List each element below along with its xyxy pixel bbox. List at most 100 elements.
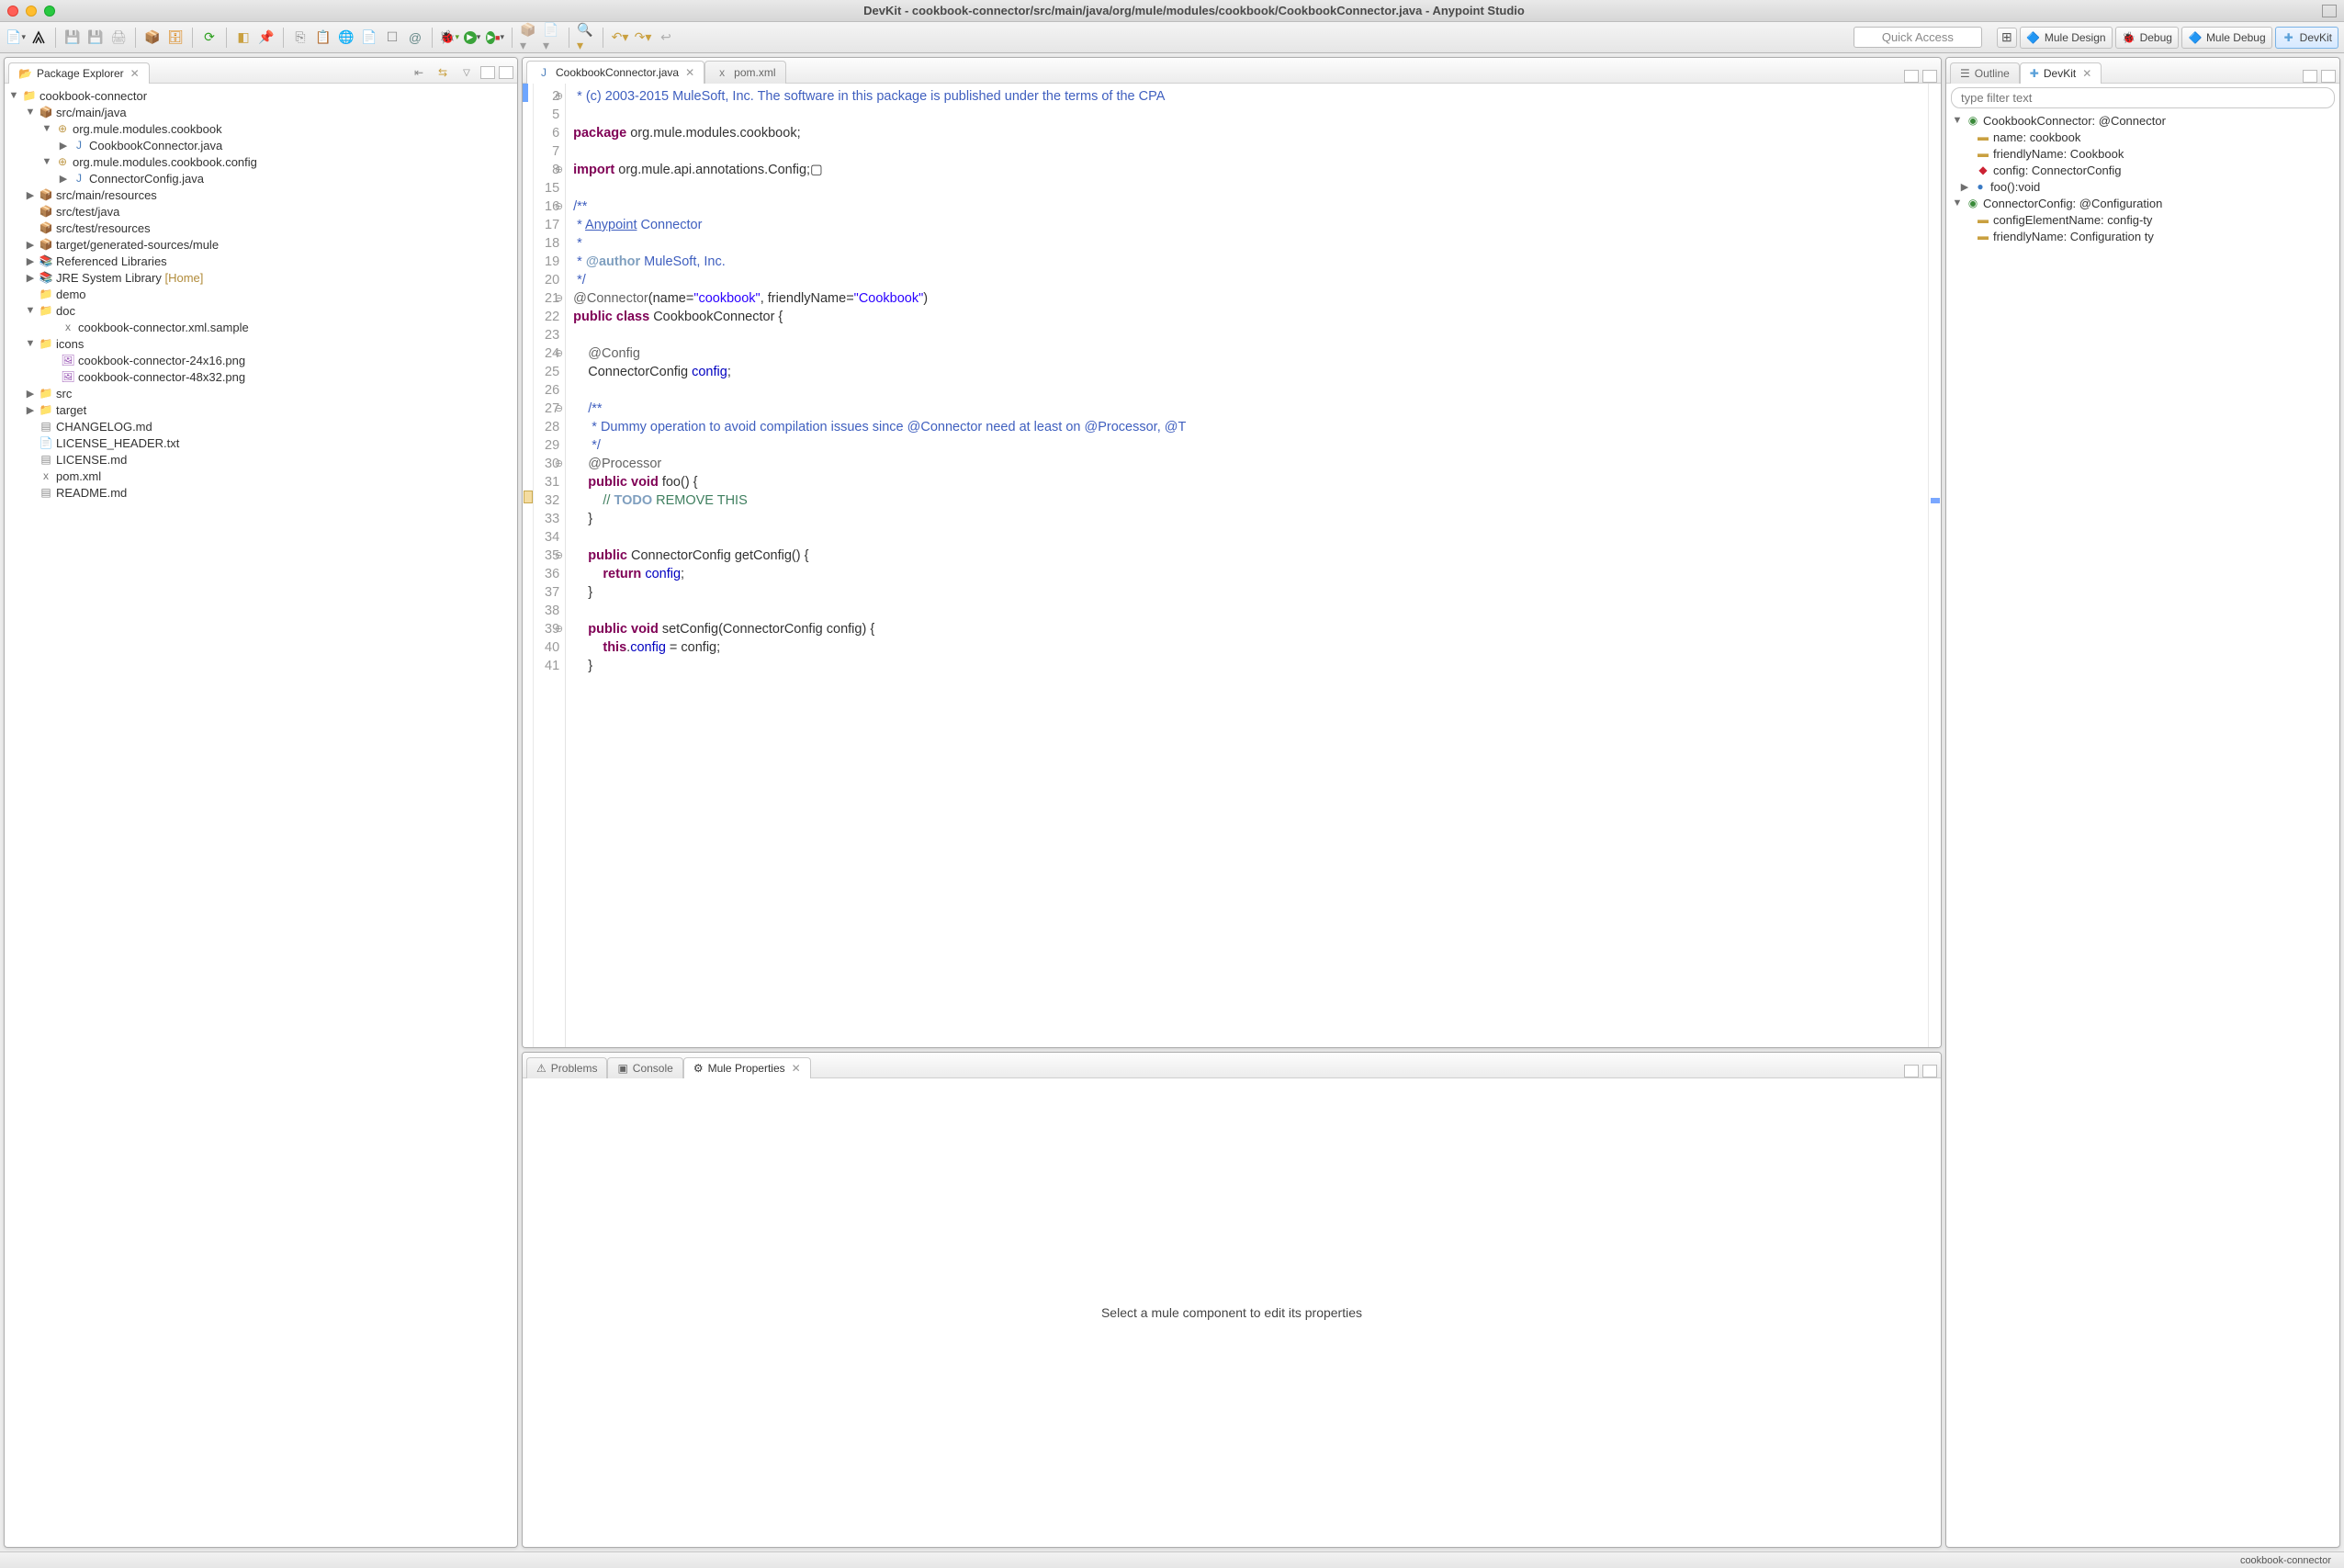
tree-item[interactable]: JRE System Library [Home] [56, 271, 203, 285]
close-tab-icon[interactable]: ✕ [685, 66, 694, 79]
outline-item[interactable]: name: cookbook [1993, 130, 2080, 144]
overview-ruler[interactable] [1928, 84, 1941, 1047]
maximize-view-button[interactable] [1922, 70, 1937, 83]
new-dropdown-button[interactable]: 📄▾ [6, 28, 26, 48]
forward-dropdown-button[interactable]: ↷▾ [633, 28, 653, 48]
tree-item[interactable]: CookbookConnector.java [89, 139, 222, 152]
task-button[interactable]: ☐ [382, 28, 402, 48]
print-button[interactable]: 🖨 [108, 28, 129, 48]
quick-access-field[interactable]: Quick Access [1854, 27, 1982, 48]
refresh-button[interactable]: ⟳ [199, 28, 220, 48]
annotation-ruler[interactable] [523, 84, 534, 1047]
new-java-dropdown-button[interactable]: 📦▾ [519, 28, 539, 48]
build-button[interactable]: 📦 [142, 28, 163, 48]
outline-item[interactable]: friendlyName: Configuration ty [1993, 230, 2154, 243]
tree-item[interactable]: cookbook-connector.xml.sample [78, 321, 249, 334]
world-button[interactable]: 🌐 [336, 28, 356, 48]
restore-icon[interactable] [2322, 5, 2337, 17]
package-explorer-tree[interactable]: ▼📁cookbook-connector ▼📦src/main/java ▼⊕o… [5, 84, 517, 1547]
tree-item[interactable]: src/main/java [56, 106, 127, 119]
last-edit-button[interactable]: ↩ [656, 28, 676, 48]
tree-item[interactable]: cookbook-connector-24x16.png [78, 354, 245, 367]
minimize-view-button[interactable] [2303, 70, 2317, 83]
run-dropdown-button[interactable]: ▶▾ [462, 28, 482, 48]
perspective-mule-debug[interactable]: 🔷Mule Debug [2181, 27, 2272, 49]
outline-item[interactable]: config: ConnectorConfig [1993, 164, 2121, 177]
view-menu-button[interactable]: ▽ [456, 62, 477, 83]
at-button[interactable]: @ [405, 28, 425, 48]
perspective-debug[interactable]: 🐞Debug [2115, 27, 2179, 49]
minimize-view-button[interactable] [480, 66, 495, 79]
outline-item[interactable]: ConnectorConfig: @Configuration [1983, 197, 2162, 210]
tab-console[interactable]: ▣Console [607, 1057, 682, 1078]
tree-item[interactable]: target/generated-sources/mule [56, 238, 219, 252]
back-dropdown-button[interactable]: ↶▾ [610, 28, 630, 48]
debug-dropdown-button[interactable]: 🐞▾ [439, 28, 459, 48]
open-perspective-button[interactable]: ⊞ [1997, 28, 2017, 48]
tab-devkit[interactable]: ✚DevKit✕ [2020, 62, 2102, 84]
minimize-view-button[interactable] [1904, 1065, 1919, 1077]
tree-item[interactable]: CHANGELOG.md [56, 420, 152, 434]
tree-item[interactable]: ConnectorConfig.java [89, 172, 204, 186]
devkit-outline-tree[interactable]: ▼◉CookbookConnector: @Connector ▬name: c… [1946, 110, 2339, 1547]
anypoint-logo-icon[interactable] [28, 28, 49, 48]
close-tab-icon[interactable]: ✕ [130, 67, 140, 80]
minimize-window-button[interactable] [26, 6, 37, 17]
tree-item[interactable]: Referenced Libraries [56, 254, 167, 268]
tree-item[interactable]: src/test/resources [56, 221, 151, 235]
search-button[interactable]: 🔍▾ [576, 28, 596, 48]
new-class-dropdown-button[interactable]: 📄▾ [542, 28, 562, 48]
close-tab-icon[interactable]: ✕ [2082, 67, 2091, 80]
code-editor[interactable]: 2⊕5678⊕1516⊖1718192021⊖222324⊖252627⊖282… [523, 84, 1941, 1047]
tab-problems[interactable]: ⚠Problems [526, 1057, 607, 1078]
editor-tab-cookbook[interactable]: J CookbookConnector.java ✕ [526, 61, 704, 84]
filter-input[interactable] [1951, 87, 2335, 108]
collapse-all-button[interactable]: ⇤ [409, 62, 429, 83]
tree-item[interactable]: src/test/java [56, 205, 119, 219]
overview-marker-icon[interactable] [1931, 498, 1940, 503]
outline-item[interactable]: foo():void [1990, 180, 2040, 194]
tree-item-project[interactable]: cookbook-connector [39, 89, 147, 103]
tab-outline[interactable]: ☰Outline [1950, 62, 2020, 84]
editor-tab-pom[interactable]: x pom.xml [704, 61, 785, 84]
save-all-button[interactable]: 💾 [85, 28, 106, 48]
paste-button[interactable]: 📋 [313, 28, 333, 48]
doc-button[interactable]: 📄 [359, 28, 379, 48]
zoom-window-button[interactable] [44, 6, 55, 17]
db-button[interactable]: 🗄 [165, 28, 186, 48]
code-area[interactable]: * (c) 2003-2015 MuleSoft, Inc. The softw… [566, 84, 1928, 1047]
outline-item[interactable]: CookbookConnector: @Connector [1983, 114, 2166, 128]
tree-item[interactable]: cookbook-connector-48x32.png [78, 370, 245, 384]
close-window-button[interactable] [7, 6, 18, 17]
link-editor-button[interactable]: ⇆ [433, 62, 453, 83]
outline-item[interactable]: configElementName: config-ty [1993, 213, 2152, 227]
tab-mule-properties[interactable]: ⚙Mule Properties✕ [683, 1057, 811, 1078]
run-last-button[interactable]: ▶■▾ [485, 28, 505, 48]
tree-item[interactable]: org.mule.modules.cookbook.config [73, 155, 257, 169]
maximize-view-button[interactable] [2321, 70, 2336, 83]
tree-item[interactable]: target [56, 403, 86, 417]
tree-item[interactable]: README.md [56, 486, 127, 500]
package-explorer-tab[interactable]: 📂 Package Explorer ✕ [8, 62, 150, 84]
pin-button[interactable]: 📌 [256, 28, 276, 48]
minimize-view-button[interactable] [1904, 70, 1919, 83]
toggle-breadcrumb-button[interactable]: ◧ [233, 28, 254, 48]
tree-item[interactable]: org.mule.modules.cookbook [73, 122, 222, 136]
perspective-mule-design[interactable]: 🔷Mule Design [2020, 27, 2113, 49]
outline-item[interactable]: friendlyName: Cookbook [1993, 147, 2124, 161]
tree-item[interactable]: doc [56, 304, 75, 318]
tree-item[interactable]: src [56, 387, 72, 400]
tree-item[interactable]: demo [56, 288, 86, 301]
tree-item[interactable]: LICENSE_HEADER.txt [56, 436, 179, 450]
maximize-view-button[interactable] [1922, 1065, 1937, 1077]
maximize-view-button[interactable] [499, 66, 513, 79]
close-tab-icon[interactable]: ✕ [792, 1062, 801, 1075]
tree-item[interactable]: icons [56, 337, 84, 351]
line-number-gutter[interactable]: 2⊕5678⊕1516⊖1718192021⊖222324⊖252627⊖282… [534, 84, 566, 1047]
copy-button[interactable]: ⎘ [290, 28, 310, 48]
perspective-devkit[interactable]: ✚DevKit [2275, 27, 2338, 49]
tree-item[interactable]: src/main/resources [56, 188, 157, 202]
tree-item[interactable]: pom.xml [56, 469, 101, 483]
tree-item[interactable]: LICENSE.md [56, 453, 127, 467]
save-button[interactable]: 💾 [62, 28, 83, 48]
